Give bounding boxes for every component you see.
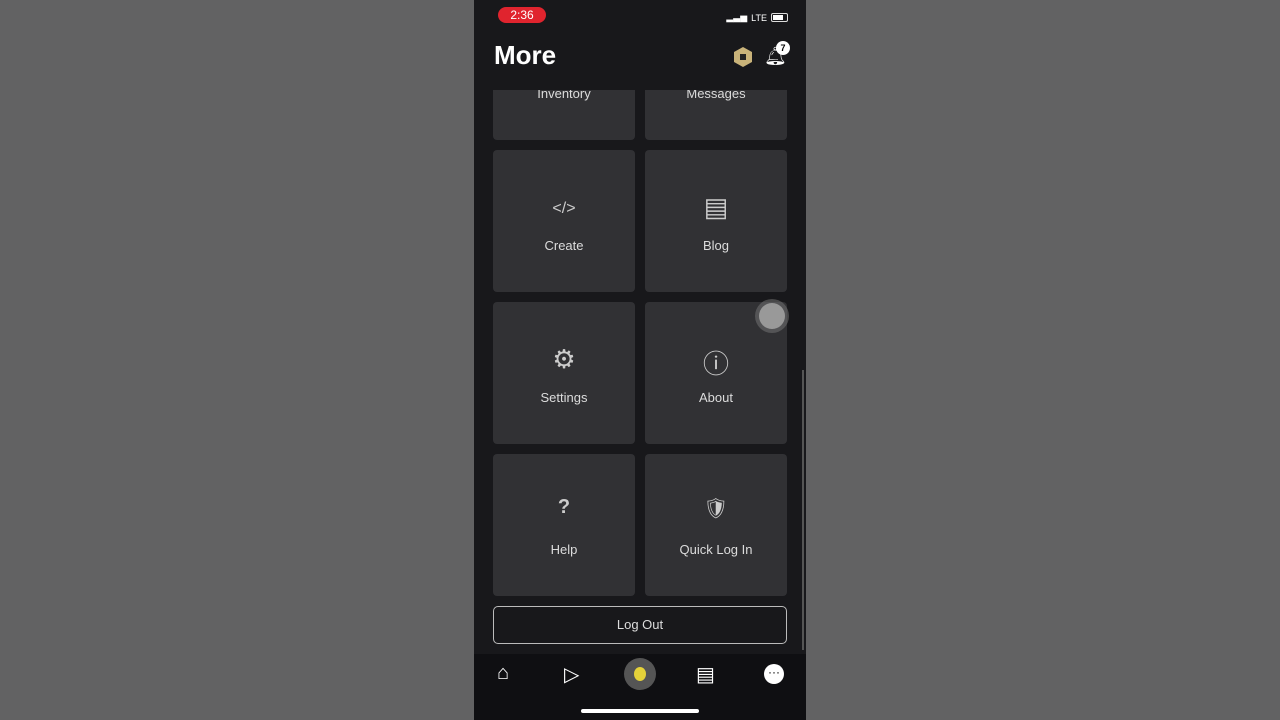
log-out-button[interactable]: Log Out — [493, 606, 787, 644]
menu-grid: Inventory Messages </> Create ▤ Blog ⚙ Sett… — [493, 90, 787, 596]
avatar[interactable] — [624, 658, 656, 690]
robux-icon[interactable] — [734, 47, 752, 67]
tile-label: Messages — [686, 90, 746, 101]
tile-inventory[interactable]: Inventory — [493, 90, 635, 140]
phone-screen: 2:36 ▂▃▅ LTE More 🔔︎ 7 Inventory Messages… — [474, 0, 806, 720]
tile-label: Inventory — [537, 90, 591, 101]
tile-label: About — [699, 390, 733, 405]
touch-indicator — [759, 303, 785, 329]
tile-label: Blog — [702, 238, 730, 253]
status-bar: ▂▃▅ LTE — [726, 12, 788, 23]
info-icon: ⓘ — [702, 349, 729, 379]
signal-icon: ▂▃▅ — [726, 12, 748, 22]
bottom-nav: ⌂ ▷ ▤ ··· — [474, 654, 806, 720]
help-external-icon: ? — [557, 496, 571, 518]
tile-label: Settings — [540, 390, 588, 405]
tile-create[interactable]: </> Create — [493, 150, 635, 292]
discover-icon[interactable]: ▷ — [564, 662, 579, 687]
home-icon[interactable]: ⌂ — [497, 662, 509, 685]
tile-help[interactable]: ? Help — [493, 454, 635, 596]
tile-settings[interactable]: ⚙ Settings — [493, 302, 635, 444]
code-external-icon: </> — [552, 200, 576, 217]
battery-icon — [771, 13, 788, 22]
tile-label: Create — [544, 238, 584, 253]
scrollbar[interactable] — [802, 370, 804, 650]
tile-label: Help — [550, 542, 578, 557]
more-icon[interactable]: ··· — [764, 664, 784, 684]
shield-lock-icon: 🛡 — [703, 498, 729, 520]
tile-messages[interactable]: Messages — [645, 90, 787, 140]
tile-quick-log-in[interactable]: 🛡 Quick Log In — [645, 454, 787, 596]
network-label: LTE — [751, 12, 767, 23]
notification-badge: 7 — [776, 41, 790, 55]
gear-icon: ⚙ — [552, 344, 576, 374]
chat-icon[interactable]: ▤ — [696, 662, 715, 687]
home-indicator — [581, 709, 699, 713]
blog-icon: ▤ — [703, 192, 729, 222]
status-time: 2:36 — [498, 7, 546, 23]
page-title: More — [494, 40, 557, 70]
tile-blog[interactable]: ▤ Blog — [645, 150, 787, 292]
tile-label: Quick Log In — [679, 542, 753, 557]
